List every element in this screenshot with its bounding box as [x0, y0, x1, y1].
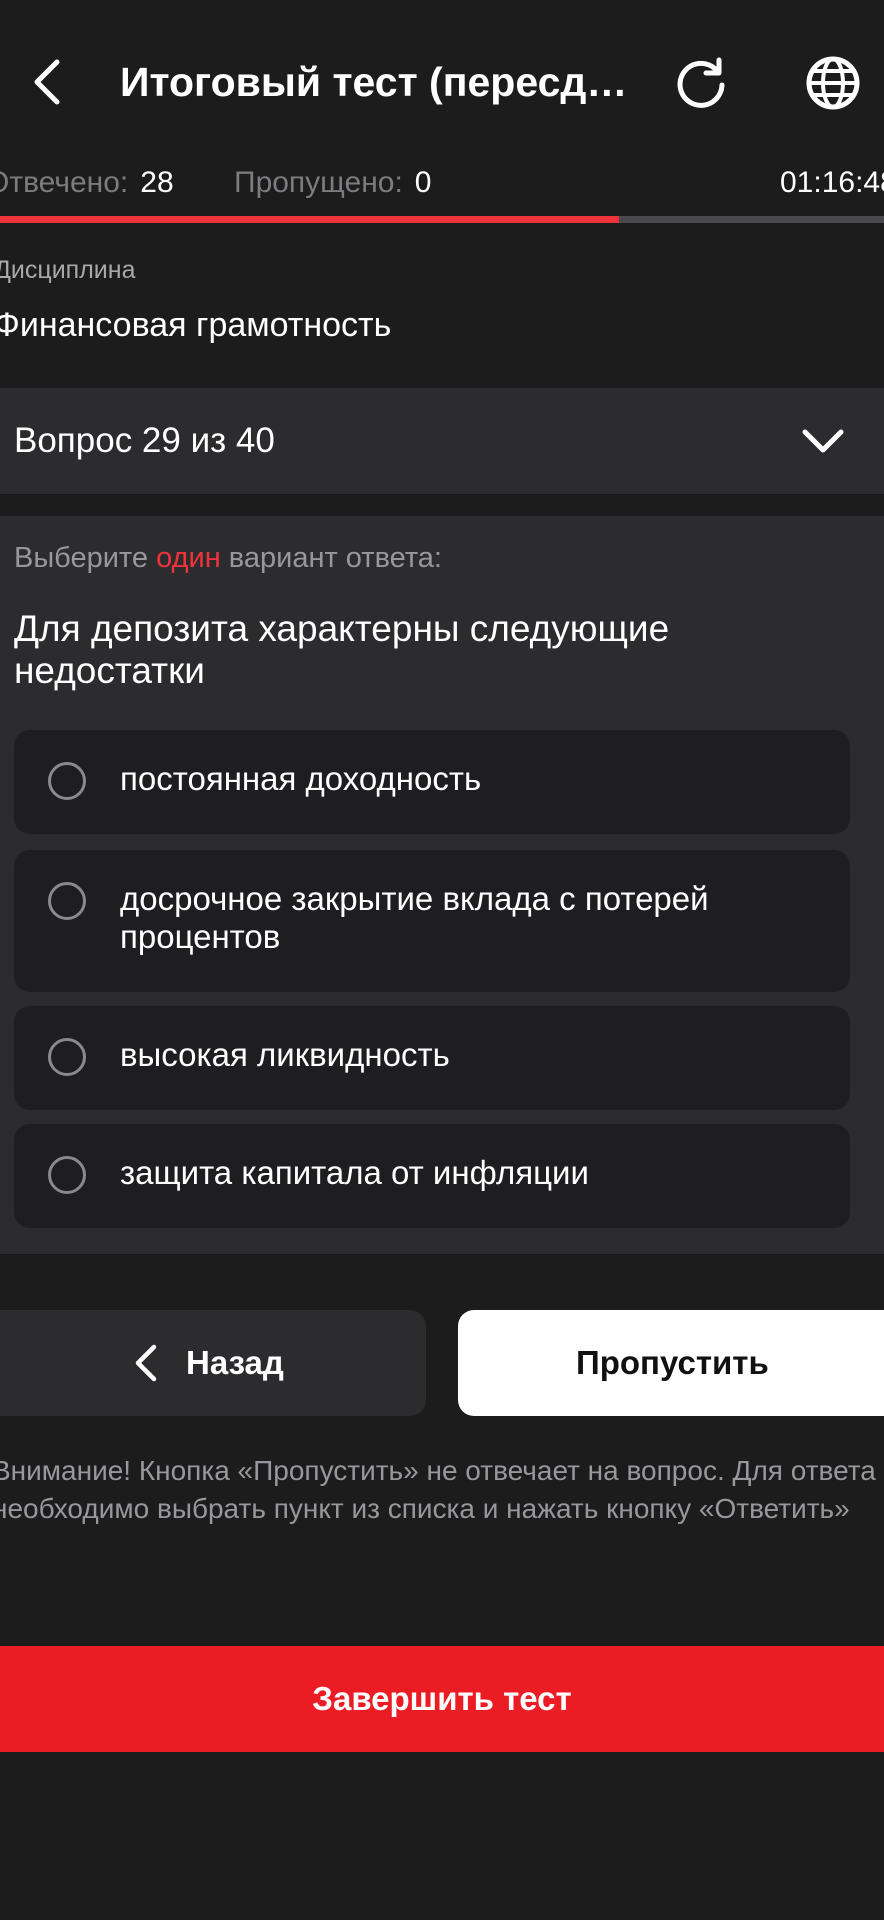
skipped-label: Пропущено:	[234, 166, 403, 199]
refresh-button[interactable]	[668, 50, 734, 116]
back-button[interactable]: Назад	[0, 1310, 426, 1416]
answer-option[interactable]: защита капитала от инфляции	[14, 1124, 850, 1228]
radio-button[interactable]	[48, 762, 86, 800]
answer-instruction: Выберите один вариант ответа:	[14, 542, 442, 575]
discipline-value: Финансовая грамотность	[0, 306, 392, 344]
skipped-value: 0	[414, 166, 432, 199]
page-title: Итоговый тест (пересдача)	[120, 59, 630, 105]
radio-button[interactable]	[48, 1156, 86, 1194]
answered-label: Отвечено:	[0, 166, 129, 199]
chevron-left-icon	[34, 59, 60, 105]
refresh-icon	[677, 57, 725, 108]
chevron-down-icon	[802, 429, 844, 453]
back-nav-button[interactable]	[18, 46, 74, 118]
globe-icon	[806, 56, 860, 110]
app-header: Итоговый тест (пересдача)	[0, 0, 884, 166]
instruction-suffix: вариант ответа:	[220, 542, 442, 574]
finish-test-button[interactable]: Завершить тест	[0, 1646, 884, 1752]
answer-option-label: защита капитала от инфляции	[120, 1154, 589, 1191]
status-row: Отвечено: 28 Пропущено: 0 01:16:48	[0, 160, 884, 206]
answer-option[interactable]: высокая ликвидность	[14, 1006, 850, 1110]
test-screen: Итоговый тест (пересдача) Отвечено: 28 Пр…	[0, 0, 884, 1920]
finish-button-label: Завершить тест	[312, 1680, 572, 1717]
question-text: Для депозита характерны следующие недост…	[14, 608, 670, 691]
chevron-left-icon	[135, 1344, 157, 1382]
answer-option-label: досрочное закрытие вклада с потерей проц…	[120, 880, 709, 955]
skip-warning: Внимание! Кнопка «Пропустить» не отвечае…	[0, 1455, 876, 1524]
skipped-counter: Пропущено: 0	[234, 160, 431, 206]
radio-button[interactable]	[48, 882, 86, 920]
question-card: Выберите один вариант ответа: Для депози…	[0, 516, 884, 1254]
answer-option-label: высокая ликвидность	[120, 1036, 450, 1073]
answer-option-label: постоянная доходность	[120, 760, 482, 797]
question-selector[interactable]: Вопрос 29 из 40	[0, 388, 884, 494]
instruction-accent: один	[156, 542, 221, 574]
timer: 01:16:48	[780, 166, 884, 199]
answered-value: 28	[140, 166, 174, 199]
progress-fill	[0, 216, 619, 223]
back-button-label: Назад	[186, 1344, 284, 1381]
radio-button[interactable]	[48, 1038, 86, 1076]
instruction-prefix: Выберите	[14, 542, 157, 574]
skip-button[interactable]: Пропустить	[458, 1310, 884, 1416]
question-number: Вопрос 29 из 40	[14, 421, 275, 460]
progress-bar	[0, 216, 884, 223]
discipline-label: Дисциплина	[0, 256, 136, 284]
language-button[interactable]	[800, 50, 866, 116]
answered-counter: Отвечено: 28	[0, 160, 174, 206]
answer-option[interactable]: досрочное закрытие вклада с потерей проц…	[14, 850, 850, 992]
skip-button-label: Пропустить	[576, 1344, 769, 1381]
answer-option[interactable]: постоянная доходность	[14, 730, 850, 834]
